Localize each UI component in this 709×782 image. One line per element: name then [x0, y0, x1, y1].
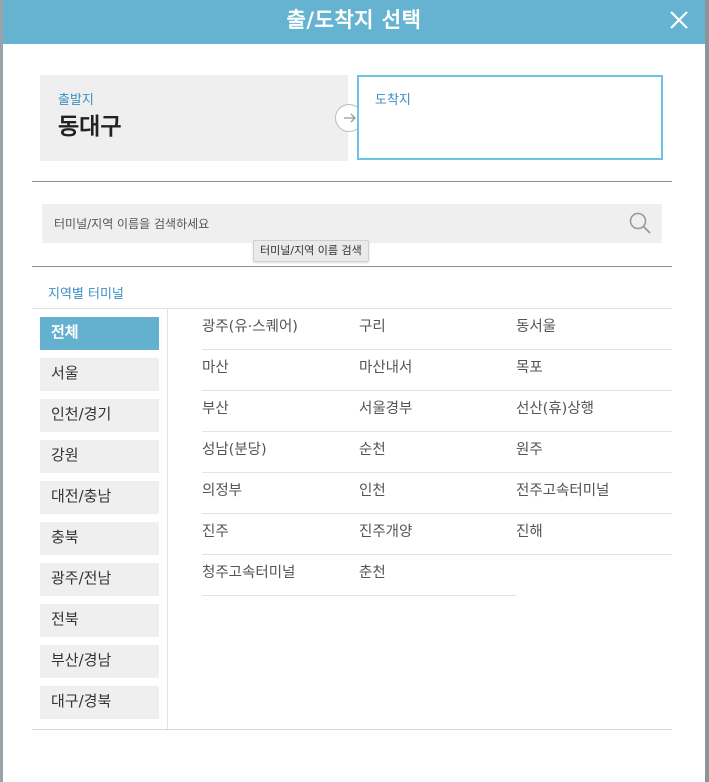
divider-middle [32, 266, 672, 267]
terminal-item[interactable]: 목포 [516, 350, 672, 391]
terminal-item[interactable]: 진주개양 [359, 514, 516, 555]
terminal-item[interactable]: 의정부 [202, 473, 359, 514]
terminal-select-dialog: 출/도착지 선택 출발지 동대구 도착지 터미널/지역 이름 검색 [3, 0, 705, 782]
region-item[interactable]: 대전/충남 [40, 481, 159, 514]
departure-box[interactable]: 출발지 동대구 [40, 75, 348, 161]
terminal-item[interactable]: 진해 [516, 514, 672, 555]
region-item[interactable]: 전북 [40, 604, 159, 637]
divider-bottom [32, 729, 672, 730]
region-item[interactable]: 인천/경기 [40, 399, 159, 432]
terminal-row: 광주(유·스퀘어) 구리 동서울 [202, 309, 672, 350]
terminal-row: 부산 서울경부 선산(휴)상행 [202, 391, 672, 432]
dialog-header: 출/도착지 선택 [3, 0, 705, 44]
terminal-item[interactable]: 전주고속터미널 [516, 473, 672, 514]
terminal-item[interactable]: 인천 [359, 473, 516, 514]
terminal-row: 성남(분당) 순천 원주 [202, 432, 672, 473]
section-title: 지역별 터미널 [48, 287, 124, 302]
departure-value: 동대구 [58, 114, 122, 140]
region-item[interactable]: 부산/경남 [40, 645, 159, 678]
search-input[interactable] [42, 204, 612, 243]
backdrop-right [705, 0, 709, 782]
arrival-label: 도착지 [375, 93, 411, 108]
region-item[interactable]: 충북 [40, 522, 159, 555]
terminal-item[interactable]: 마산 [202, 350, 359, 391]
terminal-item[interactable]: 진주 [202, 514, 359, 555]
terminal-row: 의정부 인천 전주고속터미널 [202, 473, 672, 514]
divider-top [32, 181, 672, 182]
search-button[interactable] [628, 211, 652, 235]
terminal-row: 진주 진주개양 진해 [202, 514, 672, 555]
region-item[interactable]: 전체 [40, 317, 159, 350]
region-item[interactable]: 대구/경북 [40, 686, 159, 719]
arrival-box[interactable]: 도착지 [357, 75, 663, 160]
terminal-item[interactable]: 마산내서 [359, 350, 516, 391]
terminal-item[interactable]: 청주고속터미널 [202, 555, 359, 596]
terminal-item[interactable]: 부산 [202, 391, 359, 432]
terminal-item[interactable]: 서울경부 [359, 391, 516, 432]
region-item[interactable]: 서울 [40, 358, 159, 391]
terminal-item[interactable]: 성남(분당) [202, 432, 359, 473]
departure-label: 출발지 [58, 93, 94, 108]
terminal-item[interactable]: 선산(휴)상행 [516, 391, 672, 432]
terminal-item[interactable]: 광주(유·스퀘어) [202, 309, 359, 350]
dialog-title: 출/도착지 선택 [286, 8, 422, 32]
terminal-item[interactable]: 원주 [516, 432, 672, 473]
terminal-row: 청주고속터미널 춘천 [202, 555, 672, 596]
terminal-item[interactable]: 춘천 [359, 555, 516, 596]
terminal-grid: 광주(유·스퀘어) 구리 동서울 마산 마산내서 목포 부산 서울경부 선산(휴)상행 성남(분당… [202, 309, 672, 596]
terminal-row: 마산 마산내서 목포 [202, 350, 672, 391]
terminal-item[interactable]: 구리 [359, 309, 516, 350]
region-item[interactable]: 강원 [40, 440, 159, 473]
region-list: 전체서울인천/경기강원대전/충남충북광주/전남전북부산/경남대구/경북 [40, 317, 160, 727]
search-tooltip: 터미널/지역 이름 검색 [253, 240, 369, 262]
region-item[interactable]: 광주/전남 [40, 563, 159, 596]
search-icon [629, 212, 651, 234]
search-bar [42, 204, 662, 243]
close-icon [670, 11, 688, 29]
terminal-item[interactable]: 동서울 [516, 309, 672, 350]
close-button[interactable] [667, 8, 691, 32]
terminal-item[interactable]: 순천 [359, 432, 516, 473]
region-separator [167, 309, 168, 729]
